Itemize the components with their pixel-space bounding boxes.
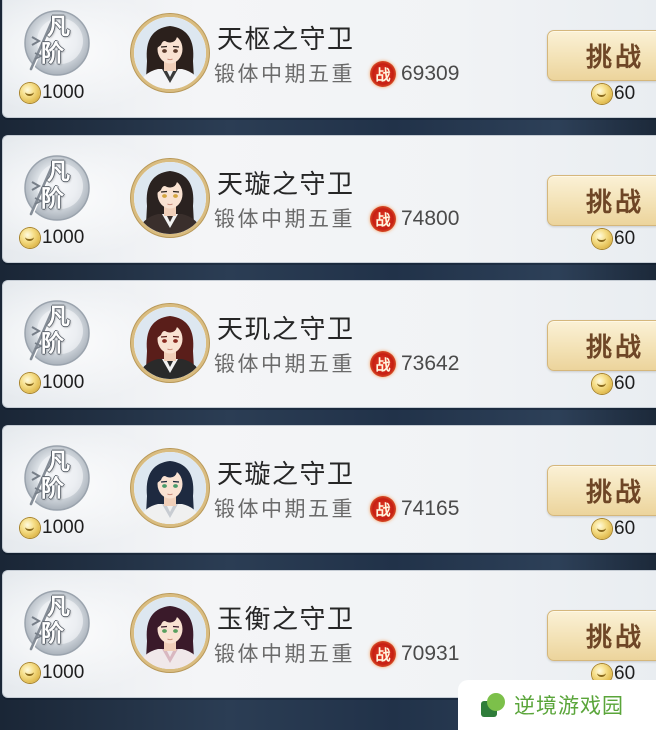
guard-name: 天璇之守卫	[217, 460, 355, 489]
challenge-button[interactable]: 挑战	[547, 175, 656, 226]
challenge-button[interactable]: 挑战	[547, 465, 656, 516]
watermark-text: 逆境游戏园	[514, 695, 624, 718]
rank-char-bottom: 阶	[41, 41, 64, 66]
realm-level: 锻体中期五重	[214, 207, 355, 231]
challenge-card: 凡 阶 1000 天枢之守卫 锻体中期五重 战 69309 挑战 60	[2, 0, 656, 118]
avatar[interactable]	[131, 594, 209, 672]
coin-icon	[20, 373, 40, 393]
guard-name: 天玑之守卫	[217, 315, 355, 344]
rank-emblem-icon: 凡 阶	[23, 299, 91, 367]
avatar-portrait	[134, 597, 206, 669]
coin-icon	[20, 518, 40, 538]
rank-cost-value: 1000	[42, 372, 85, 393]
realm-level: 锻体中期五重	[214, 497, 355, 521]
combat-power-value: 70931	[401, 642, 460, 665]
avatar[interactable]	[131, 449, 209, 527]
coin-icon	[20, 83, 40, 103]
rank-cost: 1000	[20, 517, 84, 539]
challenge-button-label: 挑战	[586, 188, 645, 217]
combat-power-icon: 战	[370, 61, 396, 87]
combat-power: 战 69309	[370, 60, 459, 88]
combat-power-value: 73642	[401, 352, 460, 375]
rank-char-bottom: 阶	[41, 621, 64, 646]
coin-icon	[592, 374, 612, 394]
challenge-button[interactable]: 挑战	[547, 30, 656, 81]
challenge-button-label: 挑战	[586, 333, 645, 362]
rank-emblem-icon: 凡 阶	[23, 9, 91, 77]
combat-power-icon: 战	[370, 206, 396, 232]
rank-char-top: 凡	[47, 449, 70, 474]
challenge-card: 凡 阶 1000 天璇之守卫 锻体中期五重 战 74800 挑战 60	[2, 135, 656, 263]
combat-power-value: 74165	[401, 497, 460, 520]
avatar-portrait	[134, 452, 206, 524]
combat-power: 战 73642	[370, 350, 459, 378]
avatar[interactable]	[131, 304, 209, 382]
rank-cost-value: 1000	[42, 227, 85, 248]
avatar-portrait	[134, 17, 206, 89]
avatar[interactable]	[131, 14, 209, 92]
rank-cost: 1000	[20, 662, 84, 684]
coin-icon	[20, 228, 40, 248]
challenge-cost-value: 60	[614, 83, 636, 104]
challenge-button-label: 挑战	[586, 43, 645, 72]
rank-cost-value: 1000	[42, 82, 85, 103]
coin-icon	[592, 519, 612, 539]
guard-name: 天枢之守卫	[217, 25, 355, 54]
challenge-button-label: 挑战	[586, 478, 645, 507]
rank-cost-value: 1000	[42, 517, 85, 538]
guard-name: 天璇之守卫	[217, 170, 355, 199]
challenge-button[interactable]: 挑战	[547, 320, 656, 371]
coin-icon	[592, 84, 612, 104]
challenge-list: 凡 阶 1000 天枢之守卫 锻体中期五重 战 69309 挑战 60 凡 阶 …	[2, 0, 656, 715]
combat-power-icon: 战	[370, 351, 396, 377]
rank-char-bottom: 阶	[41, 476, 64, 501]
challenge-cost-value: 60	[614, 228, 636, 249]
challenge-cost: 60	[592, 518, 635, 540]
challenge-cost: 60	[592, 83, 635, 105]
rank-emblem-icon: 凡 阶	[23, 154, 91, 222]
rank-char-top: 凡	[47, 304, 70, 329]
rank-char-top: 凡	[47, 594, 70, 619]
challenge-card: 凡 阶 1000 玉衡之守卫 锻体中期五重 战 70931 挑战 60	[2, 570, 656, 698]
avatar-portrait	[134, 307, 206, 379]
realm-level: 锻体中期五重	[214, 352, 355, 376]
rank-char-bottom: 阶	[41, 331, 64, 356]
coin-icon	[20, 663, 40, 683]
challenge-cost-value: 60	[614, 373, 636, 394]
combat-power: 战 74165	[370, 495, 459, 523]
rank-cost: 1000	[20, 372, 84, 394]
combat-power-value: 69309	[401, 62, 460, 85]
challenge-cost: 60	[592, 373, 635, 395]
challenge-list-screen: 凡 阶 1000 天枢之守卫 锻体中期五重 战 69309 挑战 60 凡 阶 …	[0, 0, 656, 730]
coin-icon	[592, 229, 612, 249]
rank-emblem-icon: 凡 阶	[23, 589, 91, 657]
combat-power: 战 74800	[370, 205, 459, 233]
rank-cost-value: 1000	[42, 662, 85, 683]
avatar-portrait	[134, 162, 206, 234]
realm-level: 锻体中期五重	[214, 62, 355, 86]
rank-emblem-icon: 凡 阶	[23, 444, 91, 512]
combat-power-icon: 战	[370, 641, 396, 667]
combat-power-value: 74800	[401, 207, 460, 230]
challenge-cost-value: 60	[614, 518, 636, 539]
leaf-logo-icon	[481, 693, 505, 717]
combat-power-icon: 战	[370, 496, 396, 522]
challenge-card: 凡 阶 1000 天玑之守卫 锻体中期五重 战 73642 挑战 60	[2, 280, 656, 408]
watermark: 逆境游戏园	[458, 680, 656, 730]
challenge-button-label: 挑战	[586, 623, 645, 652]
rank-cost: 1000	[20, 82, 84, 104]
combat-power: 战 70931	[370, 640, 459, 668]
rank-char-top: 凡	[47, 14, 70, 39]
challenge-cost: 60	[592, 228, 635, 250]
challenge-card: 凡 阶 1000 天璇之守卫 锻体中期五重 战 74165 挑战 60	[2, 425, 656, 553]
realm-level: 锻体中期五重	[214, 642, 355, 666]
challenge-button[interactable]: 挑战	[547, 610, 656, 661]
avatar[interactable]	[131, 159, 209, 237]
guard-name: 玉衡之守卫	[217, 605, 355, 634]
rank-char-bottom: 阶	[41, 186, 64, 211]
rank-cost: 1000	[20, 227, 84, 249]
rank-char-top: 凡	[47, 159, 70, 184]
